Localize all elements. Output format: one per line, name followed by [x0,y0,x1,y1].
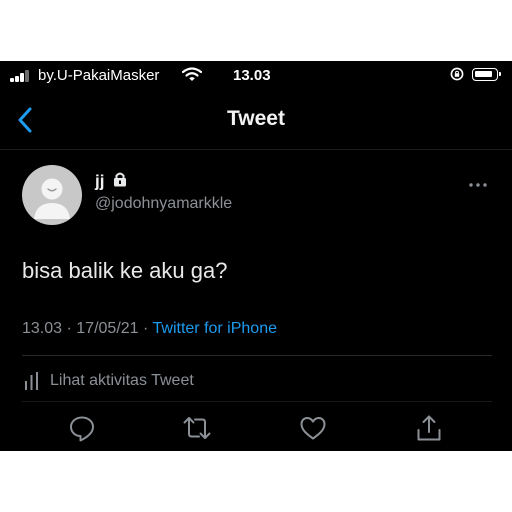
meta-separator: · [66,320,72,337]
share-button[interactable] [414,413,444,443]
like-icon [300,417,326,440]
status-time: 13.03 [233,67,271,84]
more-icon [469,183,487,187]
avatar[interactable] [22,165,82,225]
page-title: Tweet [227,107,285,130]
tweet-meta: 13.03 · 17/05/21 · Twitter for iPhone [22,320,277,338]
default-avatar-icon [34,178,70,219]
tweet-action-bar [0,413,512,447]
header-divider [0,149,512,150]
reply-icon [70,416,94,442]
signal-icon [10,70,32,82]
tweet-activity-link[interactable]: Lihat aktivitas Tweet [24,371,194,391]
reply-button[interactable] [67,413,97,443]
tweet-date: 17/05/21 [76,320,139,337]
author-name-row: jj [95,171,127,191]
divider [22,355,492,356]
tweet-source-link[interactable]: Twitter for iPhone [153,320,278,337]
lock-icon [113,171,127,192]
tweet-text: bisa balik ke aku ga? [22,258,228,283]
activity-label: Lihat aktivitas Tweet [50,372,194,389]
wifi-icon [181,67,203,87]
like-button[interactable] [298,413,328,443]
author-name[interactable]: jj [95,172,104,191]
tweet-screen: by.U-PakaiMasker 13.03 Tweet jj @jodohny… [0,61,512,451]
share-icon [417,415,441,441]
meta-separator: · [143,320,149,337]
nav-header: Tweet [0,91,512,149]
analytics-icon [25,372,38,390]
status-bar: by.U-PakaiMasker 13.03 [0,61,512,89]
battery-icon [472,68,501,81]
tweet-time: 13.03 [22,320,63,337]
carrier-name: by.U-PakaiMasker [38,67,160,84]
divider [22,401,492,402]
author-handle[interactable]: @jodohnyamarkkle [95,195,232,213]
retweet-button[interactable] [182,413,212,443]
rotation-lock-icon [450,67,464,86]
retweet-icon [183,417,211,439]
more-options-button[interactable] [468,175,488,193]
